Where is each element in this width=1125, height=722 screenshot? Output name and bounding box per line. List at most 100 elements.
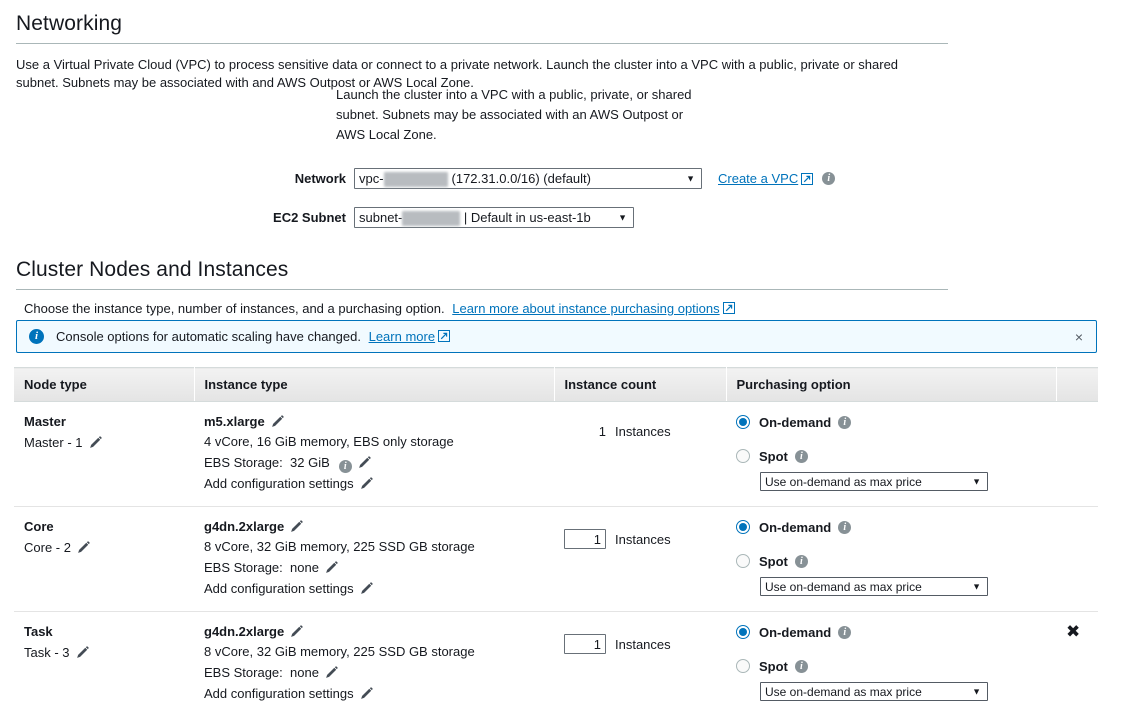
- spot-info-icon[interactable]: i: [795, 555, 808, 568]
- ebs-storage-value: none: [290, 560, 319, 575]
- spot-radio[interactable]: [736, 449, 750, 463]
- instance-type-cell: g4dn.2xlarge 8 vCore, 32 GiB memory, 225…: [194, 507, 554, 612]
- spot-option-row[interactable]: Spot i: [736, 445, 1056, 467]
- node-group-name: Master - 1: [24, 433, 194, 452]
- create-vpc-link[interactable]: Create a VPC: [718, 171, 798, 186]
- network-field-row: Network vpc-0abc1234d (172.31.0.0/16) (d…: [270, 168, 835, 189]
- spot-option-row[interactable]: Spot i: [736, 550, 1056, 572]
- ondemand-radio[interactable]: [736, 415, 750, 429]
- ondemand-option-row[interactable]: On-demand i: [736, 621, 1056, 643]
- edit-pencil-icon[interactable]: [360, 580, 373, 593]
- column-header-actions: [1056, 368, 1098, 402]
- row-actions-cell: [1056, 402, 1098, 507]
- ondemand-info-icon[interactable]: i: [838, 416, 851, 429]
- node-group-name: Task - 3: [24, 643, 194, 662]
- network-select-wrapper[interactable]: vpc-0abc1234d (172.31.0.0/16) (default) …: [354, 168, 702, 189]
- row-actions-cell: [1056, 507, 1098, 612]
- cluster-choose-text: Choose the instance type, number of inst…: [24, 301, 445, 316]
- purchasing-option-cell: On-demand i Spot i Use on-demand as max …: [726, 612, 1056, 717]
- ondemand-radio[interactable]: [736, 520, 750, 534]
- instance-spec: 8 vCore, 32 GiB memory, 225 SSD GB stora…: [204, 642, 554, 662]
- edit-pencil-icon[interactable]: [290, 625, 303, 638]
- external-link-icon[interactable]: [438, 330, 449, 341]
- external-link-icon[interactable]: [723, 302, 734, 313]
- spot-label: Spot: [759, 449, 788, 464]
- network-info-icon[interactable]: i: [822, 172, 835, 185]
- edit-pencil-icon[interactable]: [325, 664, 338, 677]
- instance-groups-table: Node type Instance type Instance count P…: [14, 367, 1098, 716]
- ondemand-info-icon[interactable]: i: [838, 626, 851, 639]
- autoscaling-info-banner: i Console options for automatic scaling …: [16, 320, 1097, 353]
- banner-text: Console options for automatic scaling ha…: [56, 329, 361, 344]
- instance-type-name: m5.xlarge: [204, 413, 554, 430]
- spot-info-icon[interactable]: i: [795, 660, 808, 673]
- instance-type-name: g4dn.2xlarge: [204, 623, 554, 640]
- ebs-storage-info-icon[interactable]: i: [339, 460, 352, 473]
- networking-section: Networking Use a Virtual Private Cloud (…: [16, 12, 948, 92]
- external-link-icon[interactable]: [801, 173, 812, 184]
- edit-pencil-icon[interactable]: [325, 559, 338, 572]
- spot-price-select[interactable]: [760, 682, 988, 701]
- ondemand-info-icon[interactable]: i: [838, 521, 851, 534]
- spot-radio[interactable]: [736, 554, 750, 568]
- info-icon: i: [29, 329, 44, 344]
- spot-price-select[interactable]: [760, 577, 988, 596]
- instance-count-unit: Instances: [615, 532, 671, 547]
- spot-info-icon[interactable]: i: [795, 450, 808, 463]
- ebs-storage-value: 32 GiB: [290, 455, 330, 470]
- ondemand-radio[interactable]: [736, 625, 750, 639]
- network-select[interactable]: [354, 168, 702, 189]
- spot-option-row[interactable]: Spot i: [736, 655, 1056, 677]
- emr-create-cluster-page: Networking Use a Virtual Private Cloud (…: [0, 0, 1125, 722]
- instance-count-input[interactable]: [564, 634, 606, 654]
- instance-count-group: Instances: [564, 529, 726, 549]
- edit-pencil-icon[interactable]: [77, 540, 90, 553]
- purchasing-options-link[interactable]: Learn more about instance purchasing opt…: [452, 301, 719, 316]
- ondemand-label: On-demand: [759, 625, 831, 640]
- banner-learn-more-link[interactable]: Learn more: [369, 329, 435, 344]
- subnet-select-wrapper[interactable]: subnet-7a44b850 | Default in us-east-1b …: [354, 207, 634, 228]
- add-configuration-line: Add configuration settings: [204, 683, 554, 704]
- spot-price-select-wrapper[interactable]: Use on-demand as max price ▼: [760, 577, 988, 596]
- instance-count-group: 1 Instances: [564, 424, 726, 439]
- spot-price-select-wrapper[interactable]: Use on-demand as max price ▼: [760, 472, 988, 491]
- purchasing-option-cell: On-demand i Spot i Use on-demand as max …: [726, 507, 1056, 612]
- instance-count-input[interactable]: [564, 529, 606, 549]
- ondemand-option-row[interactable]: On-demand i: [736, 516, 1056, 538]
- edit-pencil-icon[interactable]: [360, 685, 373, 698]
- subnet-field-row: EC2 Subnet subnet-7a44b850 | Default in …: [230, 207, 634, 228]
- spot-label: Spot: [759, 554, 788, 569]
- ondemand-label: On-demand: [759, 520, 831, 535]
- networking-hint-text: Launch the cluster into a VPC with a pub…: [336, 85, 696, 145]
- ebs-storage-line: EBS Storage: none: [204, 662, 554, 683]
- table-row: Master Master - 1 m5.xlarge 4 vCore, 16 …: [14, 402, 1098, 507]
- instance-count-cell: Instances: [554, 507, 726, 612]
- node-type-cell: Master Master - 1: [14, 402, 194, 507]
- table-body: Master Master - 1 m5.xlarge 4 vCore, 16 …: [14, 402, 1098, 717]
- edit-pencil-icon[interactable]: [360, 475, 373, 488]
- instance-count-unit: Instances: [615, 424, 671, 439]
- edit-pencil-icon[interactable]: [271, 415, 284, 428]
- spot-price-select[interactable]: [760, 472, 988, 491]
- node-type-cell: Task Task - 3: [14, 612, 194, 717]
- table-header-row: Node type Instance type Instance count P…: [14, 368, 1098, 402]
- node-type-name: Task: [24, 623, 194, 640]
- spot-radio[interactable]: [736, 659, 750, 673]
- ondemand-option-row[interactable]: On-demand i: [736, 411, 1056, 433]
- instance-type-cell: g4dn.2xlarge 8 vCore, 32 GiB memory, 225…: [194, 612, 554, 717]
- instance-count-cell: Instances: [554, 612, 726, 717]
- networking-heading: Networking: [16, 12, 948, 36]
- spot-price-select-wrapper[interactable]: Use on-demand as max price ▼: [760, 682, 988, 701]
- table-row: Core Core - 2 g4dn.2xlarge 8 vCore, 32 G…: [14, 507, 1098, 612]
- subnet-select[interactable]: [354, 207, 634, 228]
- close-icon[interactable]: ×: [1072, 328, 1086, 346]
- add-configuration-line: Add configuration settings: [204, 473, 554, 494]
- edit-pencil-icon[interactable]: [76, 645, 89, 658]
- edit-pencil-icon[interactable]: [358, 454, 371, 467]
- spot-label: Spot: [759, 659, 788, 674]
- subnet-label: EC2 Subnet: [230, 210, 346, 225]
- instance-type-name: g4dn.2xlarge: [204, 518, 554, 535]
- edit-pencil-icon[interactable]: [89, 435, 102, 448]
- remove-row-icon[interactable]: ✖: [1066, 624, 1080, 641]
- edit-pencil-icon[interactable]: [290, 520, 303, 533]
